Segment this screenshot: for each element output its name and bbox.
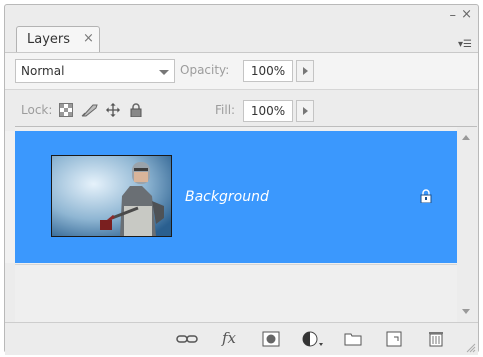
- knight-image-thumbnail: [52, 156, 171, 236]
- blend-mode-select[interactable]: Normal: [15, 59, 175, 83]
- chevron-down-icon: [159, 70, 169, 75]
- trash-icon[interactable]: [427, 331, 445, 347]
- layers-list: Background: [5, 126, 477, 322]
- layers-panel: – × Layers × ▾☰ Normal Opacity: 100% Loc…: [4, 4, 479, 355]
- fill-slider-button[interactable]: [296, 100, 314, 122]
- lock-all-icon[interactable]: [129, 103, 143, 117]
- lock-position-icon[interactable]: [105, 103, 121, 117]
- close-panel-button[interactable]: ×: [461, 7, 472, 22]
- minimize-button[interactable]: –: [450, 8, 457, 23]
- tab-layers-label: Layers: [27, 32, 71, 47]
- blend-row: Normal Opacity: 100%: [5, 52, 478, 89]
- lock-image-pixels-icon[interactable]: [81, 103, 99, 117]
- lock-label: Lock:: [21, 103, 53, 117]
- layer-thumbnail: [51, 155, 172, 237]
- opacity-label: Opacity:: [180, 63, 230, 77]
- layer-row-background[interactable]: Background: [15, 131, 457, 263]
- lock-transparent-pixels-icon[interactable]: [59, 103, 73, 117]
- fill-input[interactable]: 100%: [243, 100, 293, 122]
- new-group-icon[interactable]: [344, 331, 362, 347]
- add-mask-icon[interactable]: [262, 331, 280, 347]
- resize-grip-icon[interactable]: [466, 343, 476, 353]
- layer-divider: [15, 264, 457, 265]
- layer-lock-icon: [420, 189, 432, 203]
- opacity-slider-button[interactable]: [296, 60, 314, 82]
- lock-row: Lock: Fill: 100%: [5, 89, 478, 128]
- tab-layers[interactable]: Layers ×: [16, 26, 100, 53]
- panel-titlebar: – × Layers × ▾☰: [5, 5, 478, 53]
- link-layers-icon[interactable]: [176, 331, 198, 347]
- layers-bottom-toolbar: fx: [5, 322, 478, 355]
- scroll-down-arrow-icon[interactable]: [462, 309, 470, 314]
- adjustment-layer-icon[interactable]: [302, 331, 324, 347]
- layer-name[interactable]: Background: [185, 189, 269, 205]
- blend-mode-value: Normal: [21, 64, 65, 78]
- play-triangle-icon: [303, 107, 308, 115]
- layers-scrollbar[interactable]: [457, 127, 477, 322]
- play-triangle-icon: [303, 67, 308, 75]
- panel-menu-icon[interactable]: ▾☰: [458, 39, 472, 50]
- opacity-input[interactable]: 100%: [243, 60, 293, 82]
- tab-close-icon[interactable]: ×: [83, 31, 94, 46]
- fx-icon[interactable]: fx: [222, 329, 236, 347]
- scroll-up-arrow-icon[interactable]: [462, 135, 470, 140]
- new-layer-icon[interactable]: [385, 331, 403, 347]
- fill-label: Fill:: [215, 103, 236, 117]
